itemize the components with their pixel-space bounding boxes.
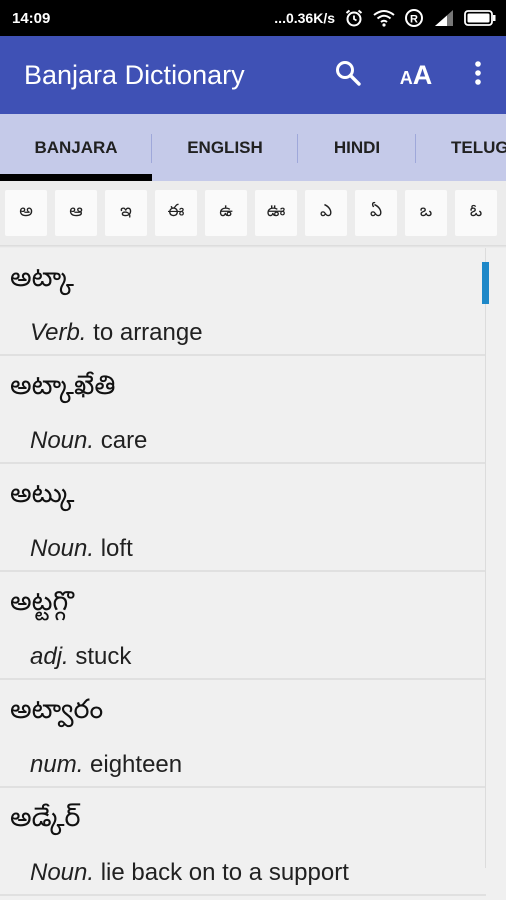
tab-label: ENGLISH (187, 137, 263, 157)
part-of-speech: Noun. (30, 535, 95, 562)
letter-button[interactable]: ఊ (255, 190, 297, 236)
entry-meaning: stuck (75, 643, 132, 670)
tab-label: HINDI (333, 137, 381, 157)
list-item[interactable]: అడ్కేర్ Noun. lie back on to a support (0, 788, 486, 896)
letter-button[interactable]: ఎ (305, 190, 347, 236)
app-bar-actions: AA (314, 36, 506, 114)
search-icon (334, 59, 362, 91)
wifi-icon (373, 9, 395, 27)
letter-button[interactable]: ఆ (55, 190, 97, 236)
entry-word: అట్కు (10, 478, 75, 509)
entry-word: అట్వారం (10, 694, 104, 725)
tab-english[interactable]: ENGLISH (152, 114, 298, 181)
app-title: Banjara Dictionary (24, 59, 245, 90)
alphabet-strip[interactable]: అ ఆ ఇ ఈ ఉ ఊ ఎ ఏ ఒ ఓ (0, 181, 506, 245)
tab-banjara[interactable]: BANJARA (0, 114, 152, 181)
part-of-speech: Noun. (30, 859, 95, 886)
entry-definition: Noun. loft (30, 535, 133, 563)
entry-meaning: lie back on to a support (100, 859, 349, 886)
entry-word: అట్టగ్గొ (10, 586, 74, 617)
alarm-icon (344, 8, 364, 28)
entry-word: అడ్కేర్ (10, 802, 81, 833)
font-size-icon: AA (399, 59, 433, 90)
tab-label: TELUGU (451, 137, 506, 157)
scrollbar-thumb[interactable] (482, 262, 489, 304)
list-item[interactable]: అట్కు Noun. loft (0, 464, 486, 572)
language-tabs: BANJARA ENGLISH HINDI TELUGU (0, 114, 506, 181)
list-item[interactable]: అట్కాఖేతి Noun. care (0, 356, 486, 464)
list-divider (485, 248, 486, 868)
status-time: 14:09 (12, 9, 51, 27)
list-item[interactable]: అట్కా Verb. to arrange (0, 248, 486, 356)
app-bar: Banjara Dictionary AA (0, 36, 506, 114)
entry-word: అట్కాఖేతి (10, 370, 116, 401)
entry-definition: num. eighteen (30, 751, 182, 779)
tab-hindi[interactable]: HINDI (298, 114, 416, 181)
registered-icon: R (404, 8, 424, 28)
entry-definition: Verb. to arrange (30, 319, 203, 347)
list-item[interactable]: అట్టగ్గొ adj. stuck (0, 572, 486, 680)
entry-definition: adj. stuck (30, 643, 131, 671)
letter-button[interactable]: ఉ (205, 190, 247, 236)
part-of-speech: Noun. (30, 427, 95, 454)
signal-icon (433, 9, 455, 27)
letter-button[interactable]: అ (5, 190, 47, 236)
status-bar: 14:09 ...0.36K/s R (0, 0, 506, 36)
battery-icon (464, 10, 496, 26)
letter-button[interactable]: ఇ (105, 190, 147, 236)
word-list[interactable]: అట్కా Verb. to arrange అట్కాఖేతి Noun. c… (0, 248, 486, 900)
network-speed: ...0.36K/s (274, 10, 335, 26)
list-item[interactable]: అట్వారం num. eighteen (0, 680, 486, 788)
part-of-speech: Verb. (30, 319, 87, 346)
entry-meaning: loft (100, 535, 133, 562)
tab-telugu[interactable]: TELUGU (416, 114, 506, 181)
entry-definition: Noun. care (30, 427, 147, 455)
more-vert-icon (474, 60, 482, 90)
svg-text:R: R (410, 14, 418, 26)
entry-definition: Noun. lie back on to a support (30, 859, 349, 887)
part-of-speech: num. (30, 751, 84, 778)
letter-button[interactable]: ఓ (455, 190, 497, 236)
status-icons: ...0.36K/s R (274, 8, 496, 28)
search-button[interactable] (314, 36, 382, 114)
more-options-button[interactable] (450, 36, 506, 114)
entry-meaning: care (100, 427, 148, 454)
part-of-speech: adj. (30, 643, 69, 670)
letter-button[interactable]: ఏ (355, 190, 397, 236)
entry-meaning: eighteen (90, 751, 183, 778)
tab-label: BANJARA (34, 137, 118, 157)
entry-meaning: to arrange (93, 319, 203, 346)
letter-button[interactable]: ఒ (405, 190, 447, 236)
font-size-button[interactable]: AA (382, 36, 450, 114)
entry-word: అట్కా (10, 262, 74, 293)
letter-button[interactable]: ఈ (155, 190, 197, 236)
